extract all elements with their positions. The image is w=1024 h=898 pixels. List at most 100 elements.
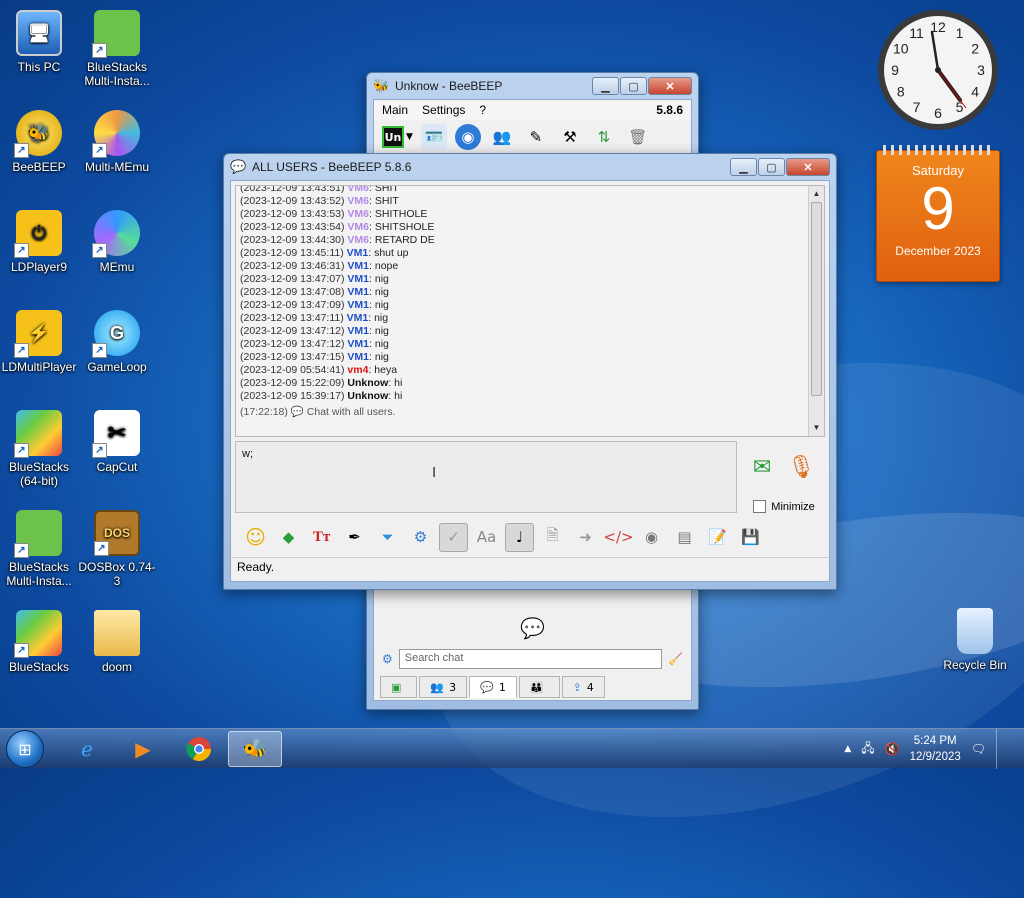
dictionary-icon[interactable]: Aa: [472, 523, 501, 552]
clear-broom-icon[interactable]: 🧹: [668, 652, 683, 666]
chat-window-titlebar[interactable]: 💬 ALL USERS - BeeBEEP 5.8.6 ▁ ▢ ✕: [224, 154, 836, 180]
profile-icon[interactable]: 🪪: [420, 124, 447, 150]
desktop-icon-bluestacks-multi[interactable]: ↗ BlueStacks Multi-Insta...: [78, 10, 156, 88]
document-icon[interactable]: 🗎: [538, 523, 567, 552]
chat-message-user[interactable]: VM6: [347, 208, 369, 220]
chat-message-user[interactable]: VM1: [347, 299, 369, 311]
chevron-down-icon[interactable]: ▼: [406, 132, 413, 142]
chat-message-user[interactable]: VM1: [347, 351, 369, 363]
desktop-icon-recycle-bin[interactable]: Recycle Bin: [936, 608, 1014, 672]
filter-icon[interactable]: ⏷: [373, 523, 402, 552]
chat-message-user[interactable]: VM1: [347, 325, 369, 337]
chat-message-user[interactable]: VM1: [347, 338, 369, 350]
chat-message-user[interactable]: VM6: [347, 234, 369, 246]
maximize-button[interactable]: ▢: [758, 158, 785, 176]
record-icon[interactable]: ◉: [637, 523, 666, 552]
maximize-button[interactable]: ▢: [620, 77, 647, 95]
desktop-icon-bluestacks-multi-2[interactable]: ↗ BlueStacks Multi-Insta...: [0, 510, 78, 588]
calendar-gadget[interactable]: Saturday 9 December 2023: [876, 145, 1000, 282]
desktop-icon-memu[interactable]: ↗ MEmu: [78, 210, 156, 274]
upload-icon[interactable]: ⇅: [591, 124, 617, 150]
chat-message-user[interactable]: VM6: [347, 186, 369, 194]
chat-log[interactable]: (2023-12-09 13:43:51) VM6: SHIT (2023-12-…: [235, 185, 825, 437]
volume-muted-icon[interactable]: 🔇: [885, 742, 900, 756]
font-icon[interactable]: Tт: [307, 523, 336, 552]
music-note-icon[interactable]: ♩: [505, 522, 534, 552]
close-button[interactable]: ✕: [648, 77, 692, 95]
color-picker-icon[interactable]: ✒: [340, 523, 369, 552]
desktop-icon-beebeep[interactable]: 🐝 ↗ BeeBEEP: [0, 110, 78, 174]
forward-icon[interactable]: ➜: [571, 523, 600, 552]
minimize-option[interactable]: Minimize: [753, 500, 815, 513]
pencil-icon[interactable]: ✎: [523, 124, 549, 150]
tab-chats[interactable]: 💬 1: [469, 676, 517, 698]
tab-shares[interactable]: ⇪ 4: [561, 676, 605, 698]
group-icon[interactable]: 👥: [489, 124, 515, 150]
chat-message-text: SHITHOLE: [374, 208, 428, 220]
chat-message-user[interactable]: VM1: [347, 260, 369, 272]
notification-icon[interactable]: 🗨: [971, 742, 986, 756]
desktop-icon-capcut[interactable]: ✂ ↗ CapCut: [78, 410, 156, 474]
tab-home[interactable]: ▣: [380, 676, 418, 698]
clock-gadget[interactable]: 12 1234567891011: [876, 8, 1000, 132]
desktop-icon-this-pc[interactable]: 🖥 This PC: [0, 10, 78, 74]
user-status-button[interactable]: Un: [382, 126, 404, 148]
emoticon-icon[interactable]: ☺: [241, 523, 270, 552]
menu-help[interactable]: ?: [479, 103, 486, 117]
notes-icon[interactable]: 📝: [703, 523, 732, 552]
search-chat-input[interactable]: Search chat: [398, 649, 663, 669]
screenshot-icon[interactable]: ▤: [670, 523, 699, 552]
desktop-icon-dosbox[interactable]: DOS ↗ DOSBox 0.74-3: [78, 510, 156, 588]
scroll-up-icon[interactable]: ▲: [809, 186, 824, 202]
chrome-icon[interactable]: [172, 731, 226, 767]
message-input[interactable]: w; I: [235, 441, 737, 513]
desktop-icon-bluestacks[interactable]: ↗ BlueStacks: [0, 610, 78, 674]
chat-message-user[interactable]: VM1: [347, 312, 369, 324]
tools-icon[interactable]: ⚒: [557, 124, 583, 150]
chat-scrollbar[interactable]: ▲ ▼: [808, 186, 824, 436]
tab-groups[interactable]: 👪: [518, 676, 560, 698]
scroll-thumb[interactable]: [811, 202, 822, 396]
code-icon[interactable]: </>: [603, 523, 633, 552]
minimize-checkbox[interactable]: [753, 500, 767, 513]
desktop-icon-ldplayer9[interactable]: ⏻ ↗ LDPlayer9: [0, 210, 78, 274]
minimize-button[interactable]: ▁: [592, 77, 619, 95]
desktop-icon-gameloop[interactable]: G ↗ GameLoop: [78, 310, 156, 374]
network-icon[interactable]: ◉: [454, 124, 481, 150]
trash-icon[interactable]: 🗑: [625, 124, 651, 150]
tray-clock[interactable]: 5:24 PM 12/9/2023: [910, 733, 961, 765]
menu-settings[interactable]: Settings: [422, 103, 465, 117]
spellcheck-icon[interactable]: ✓: [439, 522, 468, 552]
scroll-down-icon[interactable]: ▼: [809, 420, 824, 436]
desktop-icon-bluestacks-64[interactable]: ↗ BlueStacks (64-bit): [0, 410, 78, 488]
chat-message-user[interactable]: VM6: [347, 221, 369, 233]
settings-gear-icon[interactable]: ⚙: [382, 652, 393, 666]
start-button[interactable]: ⊞: [6, 730, 44, 768]
tab-users[interactable]: 👥 3: [419, 676, 468, 698]
microphone-icon[interactable]: 🎙: [787, 455, 815, 480]
desktop-icon-doom[interactable]: doom: [78, 610, 156, 674]
show-desktop-button[interactable]: [996, 729, 1010, 769]
chat-message-user[interactable]: VM1: [347, 286, 369, 298]
minimize-button[interactable]: ▁: [730, 158, 757, 176]
chat-message-user[interactable]: Unknow: [347, 390, 388, 402]
beebeep-taskbar-icon[interactable]: 🐝: [228, 731, 282, 767]
chat-message-user[interactable]: Unknow: [347, 377, 388, 389]
gem-icon[interactable]: ◆: [274, 523, 303, 552]
internet-explorer-icon[interactable]: ℯ: [60, 731, 114, 767]
network-icon[interactable]: 🖧: [861, 739, 874, 760]
desktop-icon-multi-memu[interactable]: ↗ Multi-MEmu: [78, 110, 156, 174]
send-message-icon[interactable]: ✉: [753, 455, 771, 480]
media-player-icon[interactable]: ▶: [116, 731, 170, 767]
save-icon[interactable]: 💾: [736, 523, 765, 552]
chat-message-user[interactable]: VM1: [347, 247, 369, 259]
show-hidden-icons-icon[interactable]: ▲: [844, 744, 851, 754]
main-window-titlebar[interactable]: 🐝 Unknow - BeeBEEP ▁ ▢ ✕: [367, 73, 698, 99]
chat-message-user[interactable]: VM6: [347, 195, 369, 207]
close-button[interactable]: ✕: [786, 158, 830, 176]
settings-gear-icon[interactable]: ⚙: [406, 523, 435, 552]
chat-message-user[interactable]: VM1: [347, 273, 369, 285]
chat-message-user[interactable]: vm4: [347, 364, 368, 376]
desktop-icon-ldmultiplayer[interactable]: ⚡ ↗ LDMultiPlayer: [0, 310, 78, 374]
menu-main[interactable]: Main: [382, 103, 408, 117]
